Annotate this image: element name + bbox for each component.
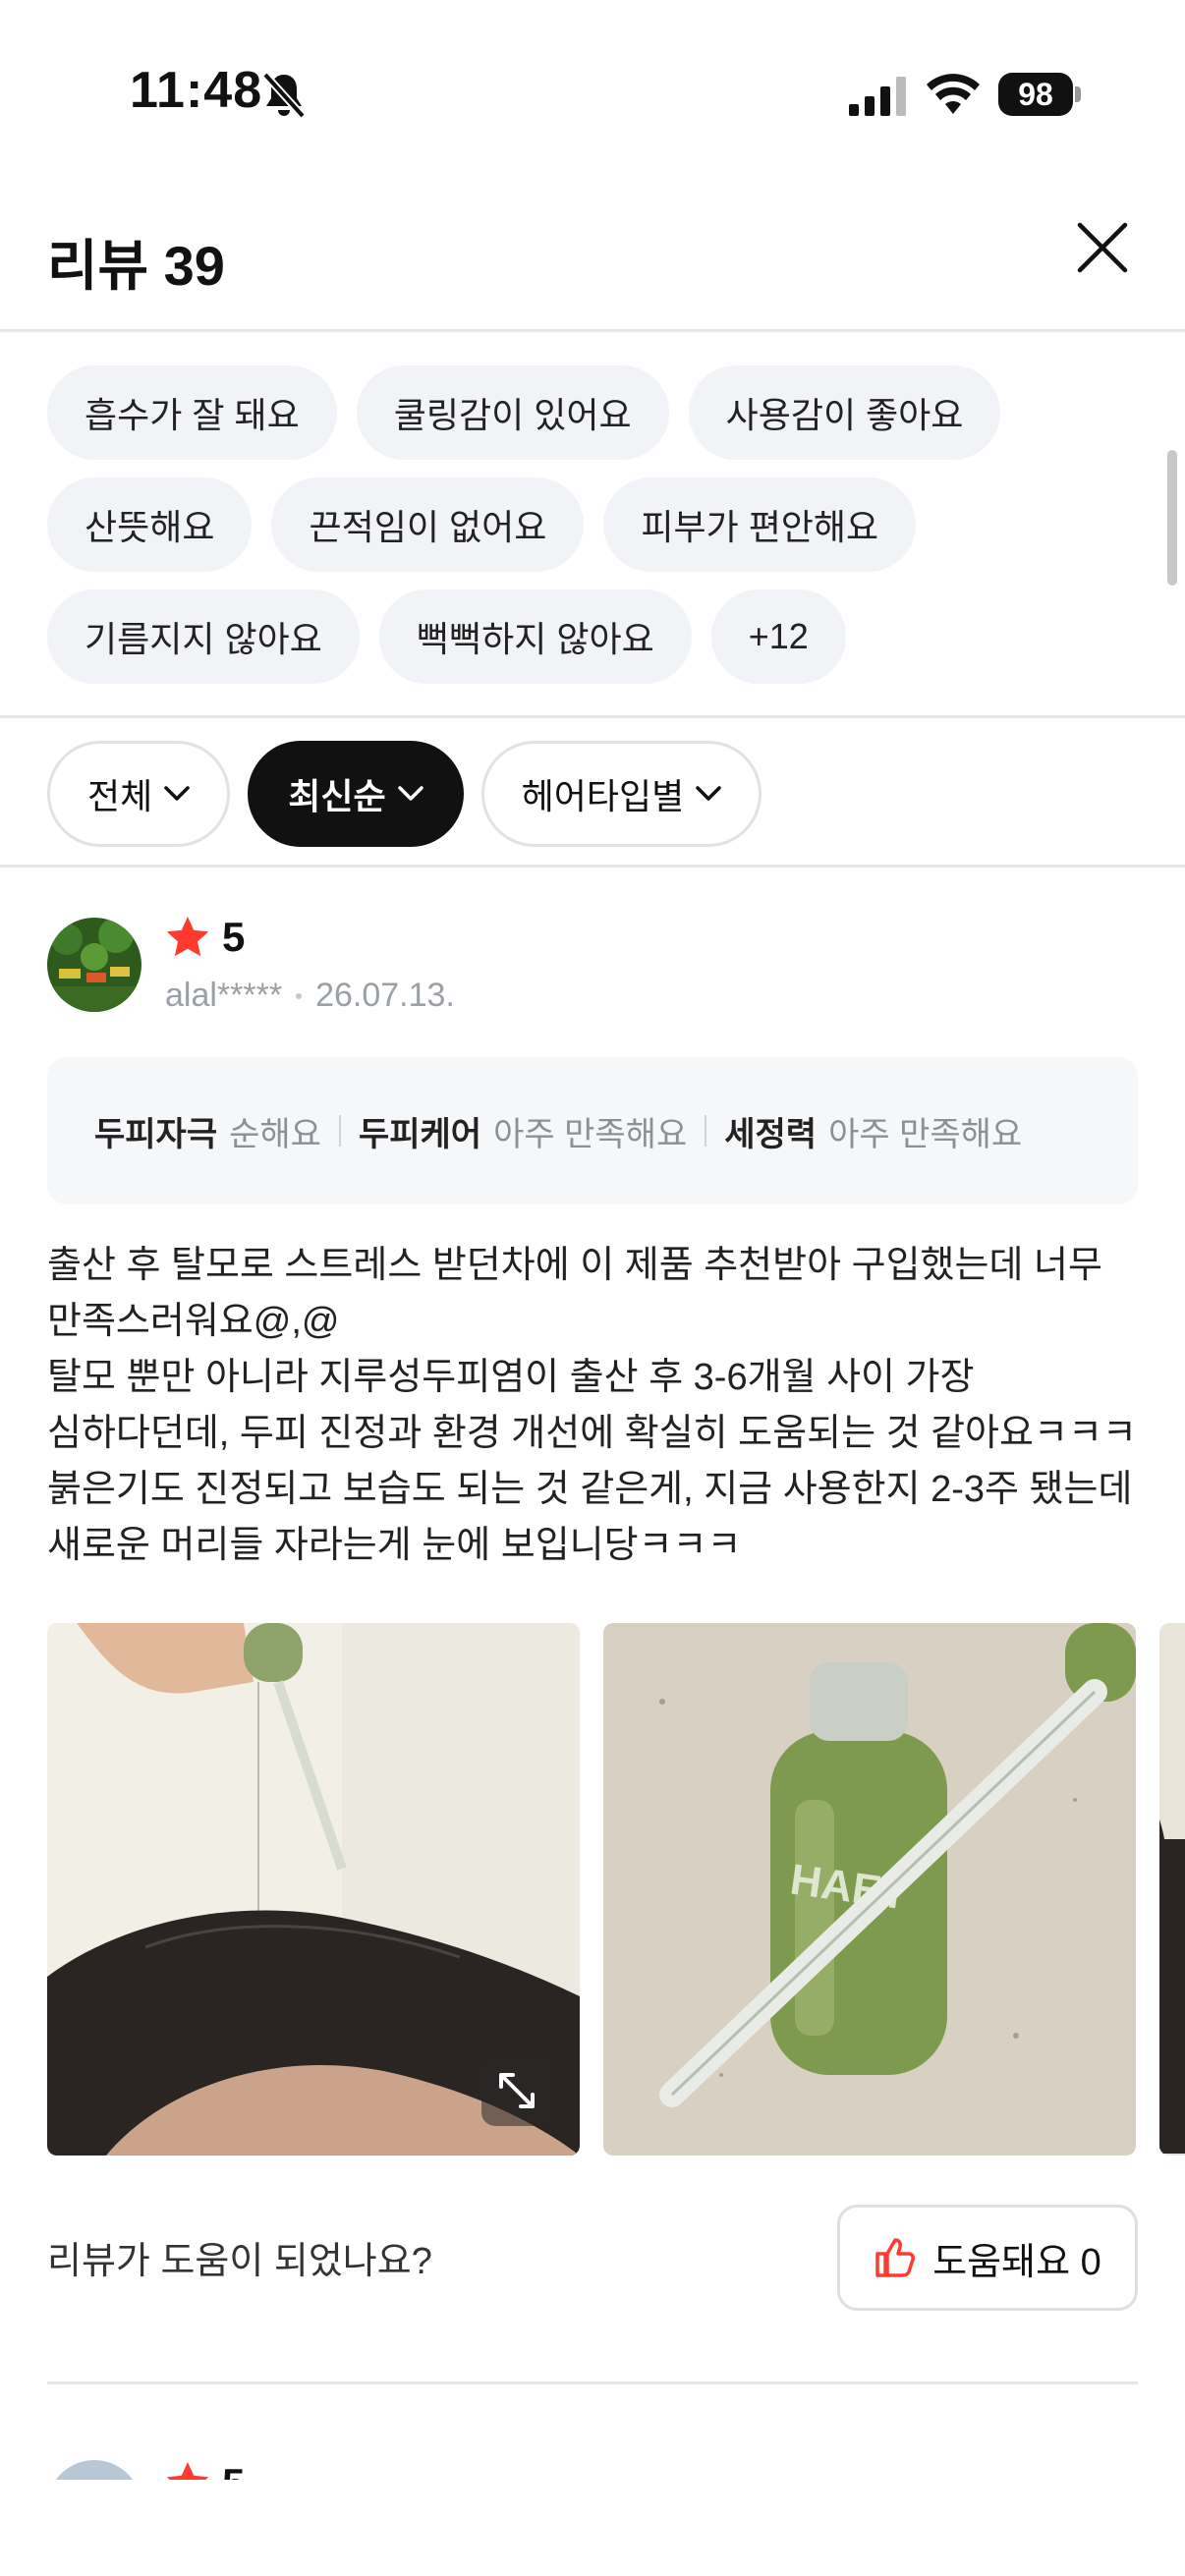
divider <box>0 865 1185 868</box>
chip-row: 기름지지 않아요 뻑뻑하지 않아요 +12 <box>47 589 1138 684</box>
thumbs-up-icon <box>875 2238 916 2277</box>
avatar[interactable] <box>47 918 141 1012</box>
keyword-chip[interactable]: 기름지지 않아요 <box>47 589 360 684</box>
filter-all-dropdown[interactable]: 전체 <box>47 741 231 847</box>
attribute-key: 두피자극 <box>94 1115 218 1153</box>
divider <box>47 2381 1138 2384</box>
attribute-cleansing: 세정력 아주 만족해요 <box>724 1107 1022 1155</box>
review-photos: HAET <box>47 1623 1185 2156</box>
status-bar: 11:48 98 <box>0 0 1185 147</box>
divider <box>705 1115 707 1147</box>
photo-image: HAET <box>603 1623 1136 2156</box>
keyword-chip[interactable]: 끈적임이 없어요 <box>271 477 585 572</box>
expand-icon <box>499 2073 535 2108</box>
filter-bar: 전체 최신순 헤어타입별 <box>47 741 762 847</box>
battery-cap <box>1075 86 1081 102</box>
keyword-chip[interactable]: 뻑뻑하지 않아요 <box>378 589 692 684</box>
expand-button[interactable] <box>481 2055 552 2126</box>
chevron-down-icon <box>696 786 721 801</box>
sort-dropdown[interactable]: 최신순 <box>248 741 464 847</box>
scrollbar-thumb[interactable] <box>1167 450 1177 586</box>
keyword-chip[interactable]: 사용감이 좋아요 <box>688 365 1001 460</box>
review-meta: alal***** 26.07.13. <box>165 977 455 1015</box>
rating-value: 5 <box>222 914 246 960</box>
serum-bottle-photo[interactable]: HAET <box>603 1623 1136 2156</box>
status-time: 11:48 <box>130 62 263 119</box>
review-attributes: 두피자극 순해요 두피케어 아주 만족해요 세정력 아주 만족해요 <box>47 1057 1138 1204</box>
keyword-chips: 흡수가 잘 돼요 쿨링감이 있어요 사용감이 좋아요 산뜻해요 끈적임이 없어요… <box>47 365 1138 701</box>
battery-icon: 98 <box>998 73 1081 116</box>
attribute-scalp-irritation: 두피자극 순해요 <box>94 1107 321 1155</box>
filter-label: 전체 <box>87 776 153 816</box>
scalp-dropper-photo[interactable] <box>47 1623 580 2156</box>
keyword-chip[interactable]: 피부가 편안해요 <box>603 477 917 572</box>
review-text-line: 붉은기도 진정되고 보습도 되는 것 같은게, 지금 사용한지 2-3주 됐는데 <box>47 1469 1133 1510</box>
keyword-chip[interactable]: 흡수가 잘 돼요 <box>47 365 337 460</box>
attribute-scalp-care: 두피케어 아주 만족해요 <box>359 1107 687 1155</box>
separator-dot <box>296 992 303 999</box>
chip-row: 흡수가 잘 돼요 쿨링감이 있어요 사용감이 좋아요 <box>47 365 1138 460</box>
attribute-key: 세정력 <box>724 1115 818 1153</box>
more-keywords-chip[interactable]: +12 <box>710 589 846 684</box>
divider <box>0 715 1185 718</box>
filter-label: 헤어타입별 <box>521 776 685 816</box>
attribute-value: 아주 만족해요 <box>493 1115 688 1153</box>
cellular-signal-icon <box>849 77 906 116</box>
photo-image <box>1159 1623 1185 2156</box>
divider <box>338 1115 341 1147</box>
review-body: 출산 후 탈모로 스트레스 받던차에 이 제품 추천받아 구입했는데 너무 만족… <box>47 1238 1148 1574</box>
review-text-line: 심하다던데, 두피 진정과 환경 개선에 확실히 도움되는 것 같아요ㅋㅋㅋ <box>47 1413 1137 1454</box>
hair-photo[interactable] <box>1159 1623 1185 2156</box>
filter-label: 최신순 <box>288 776 386 816</box>
review-rating: 5 <box>165 914 245 961</box>
review-author: alal***** <box>165 977 283 1014</box>
page-title: 리뷰 39 <box>47 235 225 297</box>
keyword-chip[interactable]: 산뜻해요 <box>47 477 253 572</box>
next-review: 5 <box>0 2460 1185 2480</box>
review-date: 26.07.13. <box>315 977 455 1014</box>
review-text-line: 새로운 머리들 자라는게 눈에 보입니당ㅋㅋㅋ <box>47 1525 742 1566</box>
helpful-button-label: 도움돼요 0 <box>932 2241 1101 2283</box>
review-header: 리뷰 39 <box>0 187 1185 332</box>
star-icon <box>166 917 209 957</box>
review-text-line: 탈모 뿐만 아니라 지루성두피염이 출산 후 3-6개월 사이 가장 <box>47 1357 975 1398</box>
helpful-button[interactable]: 도움돼요 0 <box>837 2205 1138 2311</box>
star-icon <box>166 2462 209 2480</box>
battery-level: 98 <box>998 73 1073 116</box>
attribute-value: 아주 만족해요 <box>828 1115 1023 1153</box>
hair-type-dropdown[interactable]: 헤어타입별 <box>480 741 762 847</box>
rating-value: 5 <box>222 2460 245 2480</box>
review-text-line: 만족스러워요@,@ <box>47 1301 340 1342</box>
avatar-image <box>47 918 141 1012</box>
attribute-value: 순해요 <box>229 1115 321 1153</box>
chip-row: 산뜻해요 끈적임이 없어요 피부가 편안해요 <box>47 477 1138 572</box>
review-text-line: 출산 후 탈모로 스트레스 받던차에 이 제품 추천받아 구입했는데 너무 <box>47 1245 1102 1286</box>
keyword-chip[interactable]: 쿨링감이 있어요 <box>356 365 669 460</box>
chevron-down-icon <box>397 786 423 801</box>
attribute-key: 두피케어 <box>358 1115 482 1153</box>
chevron-down-icon <box>164 786 190 801</box>
avatar[interactable] <box>47 2460 141 2480</box>
close-button[interactable] <box>1067 212 1138 283</box>
wifi-icon <box>927 74 980 114</box>
bell-off-icon <box>262 72 306 119</box>
close-icon <box>1077 222 1128 273</box>
helpful-question: 리뷰가 도움이 되었나요? <box>47 2241 432 2282</box>
